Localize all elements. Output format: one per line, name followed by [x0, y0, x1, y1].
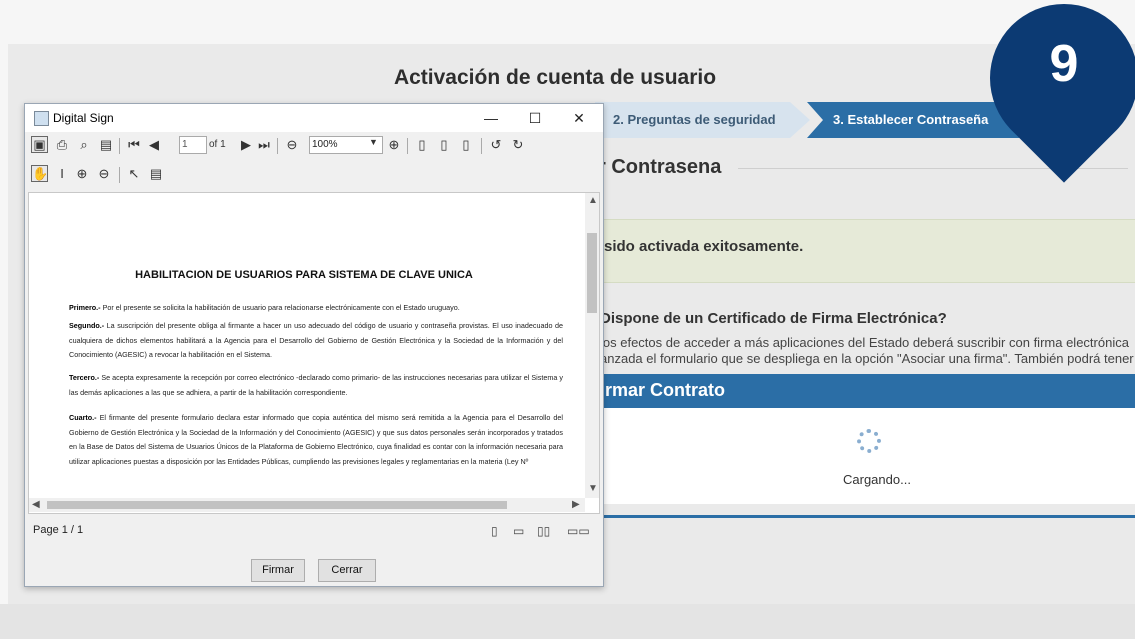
clause-fourth: Cuarto.- El firmante del presente formul… [69, 411, 563, 469]
maximize-button[interactable]: ☐ [513, 106, 557, 130]
app-icon [34, 111, 49, 126]
actual-size-icon[interactable]: ▯ [413, 136, 431, 154]
scroll-left-icon[interactable]: ◀ [32, 499, 40, 510]
print-preview-icon[interactable]: ⌕ [75, 136, 93, 154]
single-page-icon[interactable]: ▯ [491, 524, 498, 538]
zoom-out-tool-icon[interactable]: ⊖ [95, 165, 113, 183]
save-icon[interactable]: ▣ [31, 136, 48, 153]
toolbar-separator [481, 138, 482, 154]
chevron-down-icon[interactable]: ▼ [369, 137, 378, 147]
page-count-label: of 1 [209, 139, 226, 150]
clause-text: Por el presente se solicita la habilitac… [102, 303, 460, 312]
clause-text: Se acepta expresamente la recepción por … [69, 373, 563, 397]
snapshot-icon[interactable]: ▤ [147, 165, 165, 183]
modal-header: rmar Contrato [570, 374, 1135, 408]
continuous-page-icon[interactable]: ▭ [513, 524, 524, 538]
clause-third: Tercero.- Se acepta expresamente la rece… [69, 371, 563, 400]
pointer-icon[interactable]: ↖ [125, 165, 143, 183]
toolbar-separator [119, 138, 120, 154]
sign-contract-modal: rmar Contrato Cargando... [570, 374, 1135, 504]
page-title: Activación de cuenta de usuario [393, 66, 717, 89]
loading-text: Cargando... [843, 472, 911, 487]
scroll-down-icon[interactable]: ▼ [588, 483, 598, 494]
rotate-right-icon[interactable]: ↻ [509, 136, 527, 154]
page-number-input[interactable]: 1 [179, 136, 207, 154]
pdf-toolbar: ▣ ⎙ ⌕ ▤ ⏮ ◀ 1 of 1 ▶ ⏭ ⊖ 100% ▼ ⊕ ▯ ▯ ▯ … [29, 136, 589, 158]
last-page-icon[interactable]: ⏭ [255, 136, 273, 154]
bottom-band [0, 604, 1135, 639]
clause-heading: Tercero.- [69, 373, 100, 382]
horizontal-scrollbar[interactable]: ◀ ▶ [29, 498, 585, 512]
toolbar-separator [119, 167, 120, 183]
clause-text: La suscripción del presente obliga al fi… [69, 321, 563, 359]
step-number: 9 [1049, 35, 1079, 93]
step-security-questions[interactable]: 2. Preguntas de seguridad [595, 102, 810, 138]
sign-button[interactable]: Firmar [251, 559, 305, 582]
close-button[interactable]: Cerrar [318, 559, 376, 582]
loading-spinner-icon [857, 429, 881, 453]
wizard-stepper: 2. Preguntas de seguridad 3. Establecer … [595, 102, 1035, 138]
clause-text: El firmante del presente formulario decl… [69, 413, 563, 466]
modal-title: rmar Contrato [605, 380, 726, 400]
clause-heading: Cuarto.- [69, 413, 97, 422]
continuous-facing-icon[interactable]: ▭▭ [567, 524, 590, 538]
scroll-up-icon[interactable]: ▲ [588, 195, 598, 206]
vertical-scroll-thumb[interactable] [587, 233, 597, 313]
digital-sign-window: Digital Sign — ☐ ✕ ▣ ⎙ ⌕ ▤ ⏮ ◀ 1 of 1 ▶ … [24, 103, 604, 587]
pdf-toolbar-secondary: ✋ I ⊕ ⊖ ↖ ▤ [29, 162, 329, 186]
next-page-icon[interactable]: ▶ [237, 136, 255, 154]
hand-tool-icon[interactable]: ✋ [31, 165, 48, 182]
certificate-info: los efectos de acceder a más aplicacione… [600, 335, 1135, 369]
fit-page-icon[interactable]: ▯ [435, 136, 453, 154]
clause-second: Segundo.- La suscripción del presente ob… [69, 319, 563, 363]
page-setup-icon[interactable]: ▤ [97, 136, 115, 154]
zoom-out-icon[interactable]: ⊖ [283, 136, 301, 154]
info-line-2: anzada el formulario que se despliega en… [600, 351, 1134, 366]
horizontal-scroll-thumb[interactable] [47, 501, 507, 509]
close-window-button[interactable]: ✕ [557, 106, 601, 130]
window-title: Digital Sign [53, 111, 114, 125]
fit-width-icon[interactable]: ▯ [457, 136, 475, 154]
certificate-question: Dispone de un Certificado de Firma Elect… [600, 310, 947, 327]
facing-pages-icon[interactable]: ▯▯ [537, 524, 550, 538]
minimize-button[interactable]: — [469, 106, 513, 130]
info-line-1: los efectos de acceder a más aplicacione… [600, 335, 1129, 350]
clause-heading: Primero.- [69, 303, 101, 312]
text-select-icon[interactable]: I [53, 165, 71, 183]
modal-bottom-rule [597, 515, 1135, 518]
toolbar-separator [277, 138, 278, 154]
window-titlebar[interactable]: Digital Sign — ☐ ✕ [25, 104, 603, 132]
zoom-in-icon[interactable]: ⊕ [385, 136, 403, 154]
success-message: sido activada exitosamente. [604, 238, 804, 255]
section-title: r Contrasena [598, 156, 722, 178]
zoom-in-tool-icon[interactable]: ⊕ [73, 165, 91, 183]
clause-heading: Segundo.- [69, 321, 105, 330]
first-page-icon[interactable]: ⏮ [125, 136, 143, 154]
vertical-scrollbar[interactable]: ▲ ▼ [585, 193, 599, 498]
scroll-right-icon[interactable]: ▶ [572, 499, 580, 510]
rotate-left-icon[interactable]: ↺ [487, 136, 505, 154]
document-viewer[interactable]: HABILITACION DE USUARIOS PARA SISTEMA DE… [28, 192, 600, 514]
page-status: Page 1 / 1 [33, 524, 84, 536]
view-mode-toolbar: ▯ ▭ ▯▯ ▭▭ [491, 524, 591, 542]
previous-page-icon[interactable]: ◀ [145, 136, 163, 154]
print-icon[interactable]: ⎙ [53, 136, 71, 154]
toolbar-separator [407, 138, 408, 154]
clause-first: Primero.- Por el presente se solicita la… [69, 301, 563, 316]
document-title: HABILITACION DE USUARIOS PARA SISTEMA DE… [135, 269, 473, 281]
